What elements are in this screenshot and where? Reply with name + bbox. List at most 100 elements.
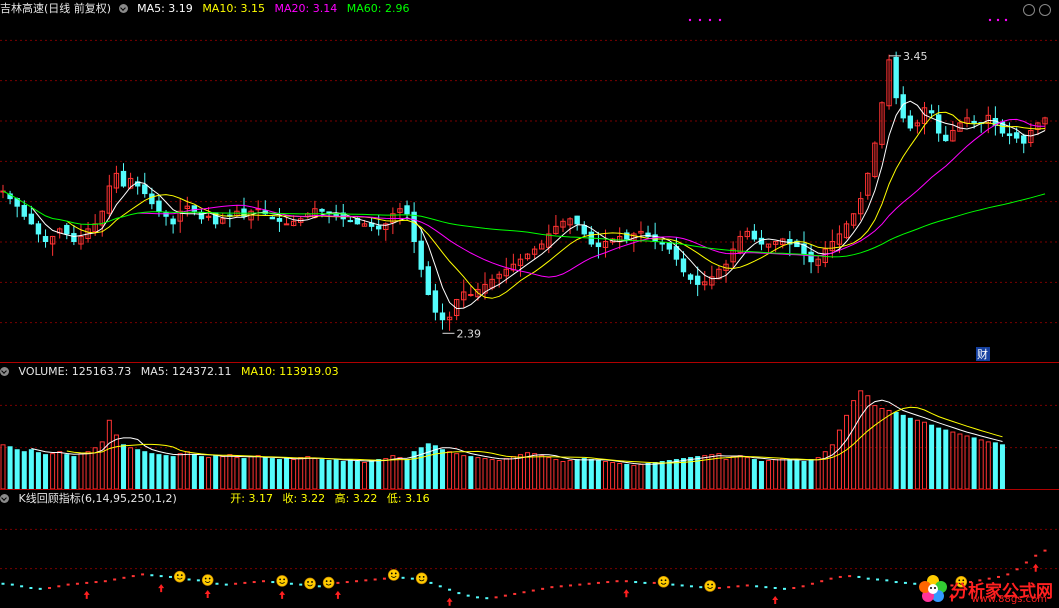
candle-body <box>120 170 127 187</box>
volume-bar <box>191 454 197 490</box>
indicator-point <box>503 594 507 597</box>
smiley-face-icon <box>704 580 716 592</box>
volume-chart[interactable] <box>0 363 1059 490</box>
price-chart[interactable]: 3.45 2.39 财 <box>0 0 1059 363</box>
indicator-point <box>429 581 433 584</box>
indicator-point <box>410 577 414 580</box>
indicator-point <box>252 581 256 584</box>
close-circle-icon[interactable] <box>1039 4 1051 16</box>
candle-body <box>581 225 587 235</box>
smiley-eye <box>707 583 709 586</box>
volume-bar <box>142 451 148 490</box>
volume-bar <box>170 456 176 490</box>
indicator-point <box>634 581 638 584</box>
volume-bar <box>21 451 27 490</box>
volume-bar <box>971 437 977 490</box>
indicator-point <box>671 583 675 586</box>
indicator-high: 高: 3.22 <box>334 492 378 505</box>
volume-bar <box>503 458 509 490</box>
volume-bar <box>900 414 906 490</box>
indicator-point <box>475 596 479 599</box>
volume-bar <box>921 421 927 490</box>
indicator-chart[interactable] <box>0 490 1059 608</box>
indicator-low: 低: 3.16 <box>386 492 430 505</box>
volume-bar <box>376 459 382 490</box>
volume-bar <box>482 458 488 490</box>
volume-bar <box>461 455 467 490</box>
volume-bar <box>659 461 665 490</box>
volume-bar <box>581 458 587 490</box>
signal-arrow-icon <box>158 584 165 593</box>
volume-bar <box>709 454 715 490</box>
indicator-point <box>57 585 61 588</box>
volume-bar <box>276 459 282 490</box>
volume-bar <box>766 460 772 490</box>
indicator-point <box>20 585 24 588</box>
candle-body <box>170 218 176 225</box>
indicator-point <box>168 575 172 578</box>
signal-arrow-icon <box>1032 563 1039 572</box>
smiley-face-icon <box>173 570 186 583</box>
volume-bar <box>347 459 353 490</box>
indicator-point <box>438 585 442 588</box>
volume-bar <box>624 463 630 490</box>
indicator-point <box>75 582 79 585</box>
signal-arrow-icon <box>279 590 286 599</box>
indicator-point <box>485 597 489 600</box>
finance-marker-label: 财 <box>977 347 988 361</box>
indicator-point <box>820 580 824 583</box>
smiley-eye <box>660 579 663 582</box>
candle-body <box>425 266 432 295</box>
indicator-point <box>29 587 33 589</box>
volume-bar <box>510 456 516 490</box>
candle-body <box>375 225 382 230</box>
indicator-point <box>262 580 265 583</box>
high-label: 3.45 <box>903 50 928 63</box>
candle-body <box>971 120 977 124</box>
signal-arrow-icon <box>446 597 453 606</box>
indicator-point <box>587 582 591 585</box>
volume-bar <box>595 460 601 490</box>
volume-bar <box>163 455 169 490</box>
volume-bar <box>319 459 325 490</box>
volume-bar <box>255 455 261 490</box>
settings-circle-icon[interactable] <box>118 4 128 13</box>
ma60-value: MA60: 2.96 <box>346 2 410 15</box>
minimize-circle-icon[interactable] <box>1023 4 1035 16</box>
signal-dot <box>698 18 702 22</box>
indicator-point <box>1015 568 1019 571</box>
smiley-eye <box>422 575 425 578</box>
volume-bar <box>326 460 332 490</box>
smiley-face-icon <box>276 575 288 587</box>
volume-ma10-line <box>66 406 1003 464</box>
indicator-point <box>187 578 191 581</box>
volume-bar <box>751 459 757 490</box>
indicator-point <box>131 575 135 578</box>
candle-body <box>64 224 70 235</box>
volume-bar <box>773 459 779 490</box>
candle-body <box>808 251 814 263</box>
indicator-point <box>838 575 842 578</box>
indicator-point <box>736 585 740 588</box>
stock-title: 吉林高速(日线 前复权) <box>0 2 112 15</box>
indicator-circle-icon[interactable] <box>0 494 9 503</box>
volume-bar <box>439 449 445 490</box>
volume-bar <box>390 455 396 490</box>
candle-body <box>1006 133 1013 137</box>
volume-bar <box>64 454 70 490</box>
volume-circle-icon[interactable] <box>0 367 9 376</box>
smiley-face-icon <box>657 575 670 588</box>
volume-bar <box>113 434 119 490</box>
volume-bar <box>794 460 800 490</box>
indicator-point <box>894 581 898 584</box>
volume-bar <box>744 457 750 490</box>
volume-bar <box>985 441 991 490</box>
indicator-point <box>1024 561 1028 564</box>
indicator-point <box>513 592 517 595</box>
indicator-point <box>85 581 89 584</box>
indicator-point <box>355 580 359 583</box>
volume-ma5: MA5: 124372.11 <box>140 365 232 378</box>
indicator-point <box>289 582 293 585</box>
indicator-point <box>689 585 693 588</box>
signal-dot <box>718 18 722 22</box>
